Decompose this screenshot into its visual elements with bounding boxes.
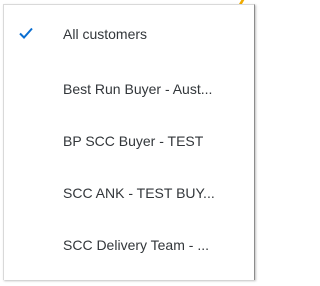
customer-filter-dropdown: All customers Best Run Buyer - Aust... B… <box>3 4 255 280</box>
option-label: Best Run Buyer - Aust... <box>63 81 213 97</box>
option-label: SCC ANK - TEST BUY... <box>63 185 215 201</box>
check-icon <box>19 27 33 39</box>
option-scc-ank[interactable]: SCC ANK - TEST BUY... <box>4 167 254 219</box>
option-best-run-buyer[interactable]: Best Run Buyer - Aust... <box>4 63 254 115</box>
option-label: SCC Delivery Team - ... <box>63 237 209 253</box>
option-all-customers[interactable]: All customers <box>4 5 254 63</box>
option-scc-delivery-team[interactable]: SCC Delivery Team - ... <box>4 219 254 271</box>
option-label: All customers <box>63 26 148 42</box>
option-label: BP SCC Buyer - TEST <box>63 133 204 149</box>
option-bp-scc-buyer[interactable]: BP SCC Buyer - TEST <box>4 115 254 167</box>
